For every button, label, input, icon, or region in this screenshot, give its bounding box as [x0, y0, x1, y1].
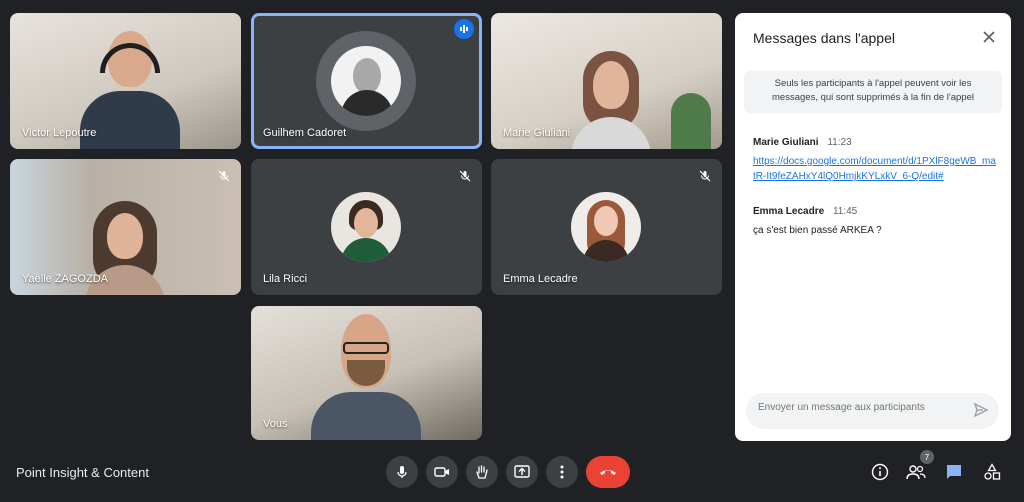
close-icon[interactable]: [981, 29, 997, 45]
mic-off-icon: [456, 167, 474, 185]
present-screen-icon: [514, 465, 530, 478]
mic-button[interactable]: [386, 456, 418, 488]
participant-name: Victor Lepoutre: [22, 127, 97, 139]
plant: [671, 93, 711, 149]
end-call-button[interactable]: [586, 456, 630, 488]
participant-name: Vous: [263, 418, 288, 430]
avatar: [331, 46, 401, 116]
message-time: 11:45: [832, 206, 858, 217]
people-count-badge: 7: [920, 450, 934, 464]
message-sender: Emma Lecadre: [753, 206, 825, 217]
chat-title: Messages dans l'appel: [753, 30, 895, 46]
video-tile-emma[interactable]: Emma Lecadre: [491, 159, 722, 295]
activities-icon: [984, 463, 1001, 480]
message-time: 11:23: [827, 137, 852, 148]
mic-off-icon: [215, 167, 233, 185]
chat-icon: [947, 465, 961, 479]
present-button[interactable]: [506, 456, 538, 488]
hand-icon: [476, 465, 488, 479]
chat-message-input[interactable]: [758, 402, 958, 413]
participant-name: Lila Ricci: [263, 273, 308, 285]
avatar: [331, 192, 401, 262]
people-icon: [906, 465, 926, 480]
participant-video: [311, 312, 421, 440]
video-tile-self[interactable]: Vous: [251, 306, 482, 440]
message-sender: Marie Giuliani: [753, 137, 819, 148]
activities-button[interactable]: [980, 460, 1004, 484]
participant-video: [571, 43, 651, 149]
chat-input-box[interactable]: [746, 393, 999, 429]
mic-off-icon: [696, 167, 714, 185]
participant-name: Marie Giuliani: [503, 127, 571, 139]
avatar-ring: [316, 31, 416, 131]
send-icon[interactable]: [973, 402, 989, 423]
chat-message: Marie Giuliani 11:23 https://docs.google…: [753, 137, 998, 184]
chat-button[interactable]: [942, 460, 966, 484]
more-options-button[interactable]: [546, 456, 578, 488]
video-tile-lila[interactable]: Lila Ricci: [251, 159, 482, 295]
message-text: ça s'est bien passé ARKEA ?: [753, 225, 882, 236]
participant-name: Yaëlle ZAGOZDA: [22, 273, 108, 285]
participant-name: Emma Lecadre: [503, 273, 578, 285]
mic-icon: [397, 466, 407, 478]
participant-name: Guilhem Cadoret: [263, 127, 347, 139]
video-tile-guilhem[interactable]: Guilhem Cadoret: [251, 13, 482, 149]
meeting-info-button[interactable]: [868, 460, 892, 484]
raise-hand-button[interactable]: [466, 456, 498, 488]
speaking-indicator-icon: [454, 19, 474, 39]
message-link[interactable]: https://docs.google.com/document/d/1PXlF…: [753, 156, 996, 182]
video-tile-yaelle[interactable]: Yaëlle ZAGOZDA: [10, 159, 241, 295]
video-tile-victor[interactable]: Victor Lepoutre: [10, 13, 241, 149]
meeting-name: Point Insight & Content: [16, 465, 149, 480]
camera-icon: [434, 467, 449, 477]
more-vert-icon: [560, 465, 564, 479]
chat-info-notice: Seuls les participants à l'appel peuvent…: [744, 71, 1002, 113]
hang-up-icon: [600, 470, 616, 475]
info-icon: [871, 463, 889, 481]
chat-panel: Messages dans l'appel Seuls les particip…: [735, 13, 1011, 441]
chat-message: Emma Lecadre 11:45 ça s'est bien passé A…: [753, 206, 998, 238]
camera-button[interactable]: [426, 456, 458, 488]
avatar: [571, 192, 641, 262]
video-tile-marie[interactable]: Marie Giuliani: [491, 13, 722, 149]
